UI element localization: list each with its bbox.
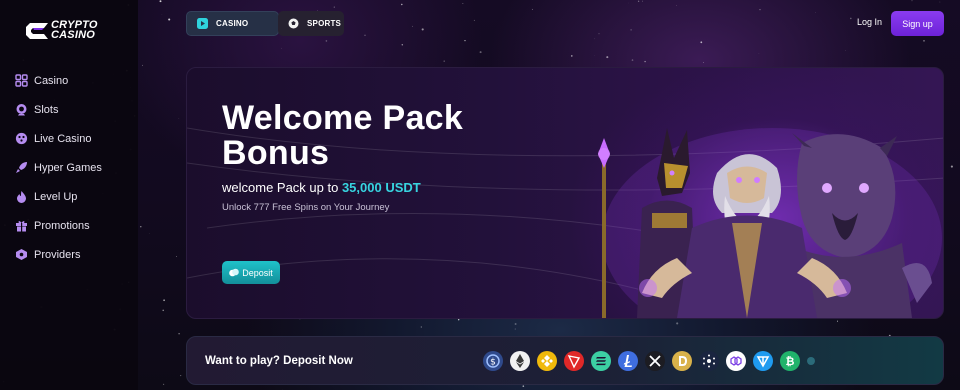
sidebar: CRYPTO CASINO Casino Slots Live Casino H… [0, 0, 138, 390]
dogecoin-coin-icon[interactable] [672, 351, 692, 371]
banner-title: Welcome Pack Bonus [222, 101, 522, 171]
star [703, 62, 704, 63]
coin-list: $ ₿ [483, 351, 822, 371]
cardano-coin-icon[interactable] [699, 351, 719, 371]
deposit-button[interactable]: Deposit [222, 261, 280, 284]
star [514, 328, 516, 330]
star [570, 55, 573, 57]
star [176, 256, 177, 257]
sidebar-nav: Casino Slots Live Casino Hyper Games Lev… [14, 66, 134, 269]
sidebar-item-promotions[interactable]: Promotions [14, 211, 134, 240]
deposit-label: Deposit [242, 267, 273, 278]
banner-note: Unlock 777 Free Spins on Your Journey [222, 202, 390, 213]
tab-casino[interactable]: CASINO [186, 11, 279, 36]
sidebar-item-slots[interactable]: Slots [14, 95, 134, 124]
star [420, 326, 422, 328]
signup-button[interactable]: Sign up [891, 11, 944, 36]
banner-title-line-1: Welcome Pack [222, 99, 464, 137]
joystick-icon [14, 248, 28, 262]
logo-text: CRYPTO CASINO [51, 20, 98, 41]
toncoin-coin-icon[interactable] [753, 351, 773, 371]
banner-bonus-amount: 35,000 USDT [341, 180, 421, 195]
star [845, 50, 846, 51]
cherries-icon [14, 103, 28, 117]
top-bar: CASINO SPORTS Log In Sign up [138, 0, 960, 50]
star [758, 52, 760, 54]
deposit-bar: Want to play? Deposit Now $ ₿ [186, 336, 944, 385]
star [606, 56, 609, 59]
rocket-icon [14, 161, 28, 175]
tab-label: CASINO [216, 19, 249, 28]
login-button[interactable]: Log In [857, 17, 882, 27]
polygon-coin-icon[interactable] [726, 351, 746, 371]
star [514, 323, 517, 325]
star [180, 375, 182, 377]
sidebar-item-label: Providers [34, 248, 81, 261]
sidebar-item-label: Hyper Games [34, 161, 102, 174]
star [950, 165, 953, 168]
star [163, 383, 165, 385]
xrp-coin-icon[interactable] [645, 351, 665, 371]
sidebar-item-casino[interactable]: Casino [14, 66, 134, 95]
play-icon [197, 18, 208, 29]
ball-icon [288, 18, 299, 29]
tab-sports[interactable]: SPORTS [278, 11, 344, 36]
logo[interactable]: CRYPTO CASINO [24, 20, 124, 44]
partial-coin-icon[interactable] [807, 351, 815, 371]
sidebar-item-label: Live Casino [34, 132, 92, 145]
sidebar-item-label: Slots [34, 103, 59, 116]
svg-text:₿: ₿ [786, 355, 795, 368]
bnb-coin-icon[interactable] [537, 351, 557, 371]
ethereum-coin-icon[interactable] [510, 351, 530, 371]
banner-title-line-2: Bonus [222, 134, 330, 172]
star [443, 60, 445, 62]
star [178, 333, 180, 335]
logo-c-icon [26, 23, 48, 39]
sidebar-item-label: Promotions [34, 219, 90, 232]
svg-text:$: $ [490, 358, 496, 368]
star [162, 309, 164, 312]
banner-subtitle: welcome Pack up to 35,000 USDT [222, 180, 421, 195]
dealer-icon [14, 132, 28, 146]
sidebar-item-label: Casino [34, 74, 69, 87]
star [631, 59, 634, 61]
star [148, 233, 150, 234]
star [140, 226, 142, 228]
star [644, 60, 646, 63]
sidebar-item-label: Level Up [34, 190, 78, 203]
gift-icon [14, 219, 28, 233]
sidebar-item-level-up[interactable]: Level Up [14, 182, 134, 211]
logo-line-2: CASINO [51, 29, 95, 41]
tron-coin-icon[interactable] [564, 351, 584, 371]
bitcoin-cash-coin-icon[interactable]: ₿ [780, 351, 800, 371]
solana-coin-icon[interactable] [591, 351, 611, 371]
litecoin-coin-icon[interactable] [618, 351, 638, 371]
banner-subtitle-prefix: welcome Pack up to [222, 180, 342, 195]
sidebar-item-live-casino[interactable]: Live Casino [14, 124, 134, 153]
tab-label: SPORTS [307, 19, 342, 28]
gods-artwork [598, 128, 942, 318]
star [479, 51, 482, 54]
promo-banner: Welcome Pack Bonus welcome Pack up to 35… [186, 67, 944, 319]
flame-icon [14, 190, 28, 204]
coins-icon [229, 268, 240, 277]
star [457, 318, 460, 321]
star [163, 299, 165, 302]
star [142, 64, 143, 66]
sidebar-item-hyper-games[interactable]: Hyper Games [14, 153, 134, 182]
star [836, 320, 839, 322]
usdc-coin-icon[interactable]: $ [483, 351, 503, 371]
sidebar-item-providers[interactable]: Providers [14, 240, 134, 269]
deposit-bar-text[interactable]: Want to play? Deposit Now [205, 355, 353, 367]
star [522, 385, 525, 387]
star [676, 322, 679, 325]
grid-icon [14, 74, 28, 88]
